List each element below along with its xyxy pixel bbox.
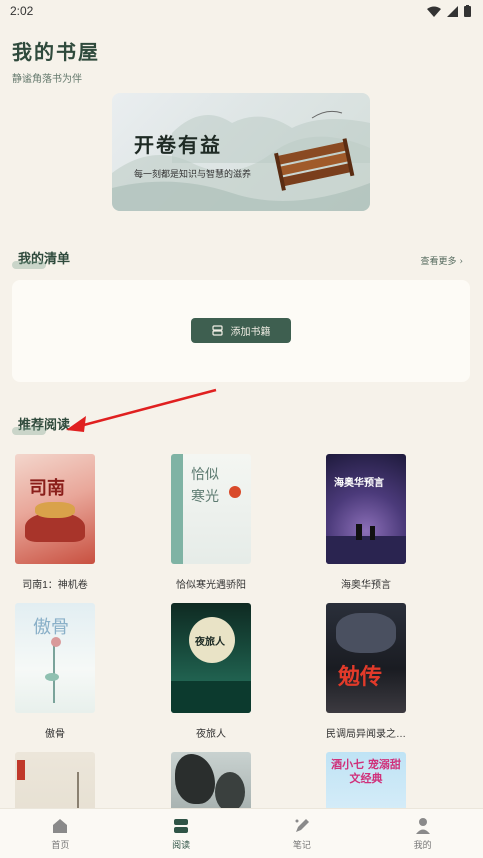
status-bar: 2:02 — [0, 0, 483, 22]
annotation-arrow-icon — [66, 388, 217, 432]
tab-label: 笔记 — [292, 839, 311, 850]
cover-text: 傲骨 — [33, 617, 69, 638]
see-more-link[interactable]: 查看更多 › — [421, 254, 463, 267]
cover-text: 勉传 — [338, 664, 383, 690]
banner[interactable]: 开卷有益 每一刻都是知识与智慧的滋养 — [112, 93, 370, 211]
book-title: 夜旅人 — [196, 729, 226, 740]
tab-label: 阅读 — [172, 839, 191, 850]
tab-mine[interactable]: 我的 — [362, 809, 483, 858]
status-time: 2:02 — [10, 4, 34, 18]
signal-icon — [447, 5, 458, 17]
book-title: 司南1：神机卷 — [22, 580, 88, 591]
book-cover: 司南 — [15, 454, 95, 564]
banner-title: 开卷有益 — [134, 133, 222, 157]
book-item[interactable]: 恰似寒光 恰似寒光遇骄阳 — [171, 454, 251, 591]
cover-text: 司南 — [29, 478, 65, 499]
tab-label: 首页 — [51, 839, 70, 850]
tab-notes[interactable]: 笔记 — [242, 809, 363, 858]
banner-subtitle: 每一刻都是知识与智慧的滋养 — [134, 169, 252, 179]
wifi-icon — [427, 6, 441, 17]
tab-label: 我的 — [413, 839, 432, 850]
battery-icon — [464, 5, 471, 17]
book-title: 傲骨 — [45, 729, 65, 740]
my-list-heading: 我的清单 — [11, 248, 70, 269]
book-item[interactable]: 夜旅人 夜旅人 — [171, 603, 251, 740]
person-icon — [415, 817, 430, 834]
cover-text: 海奥华预言 — [334, 478, 384, 489]
book-item[interactable]: 海奥华预言 海奥华预言 — [326, 454, 406, 591]
book-cover: 夜旅人 — [171, 603, 251, 713]
page-title: 我的书屋 — [12, 40, 100, 64]
book-cover: 恰似寒光 — [171, 454, 251, 564]
book-item[interactable]: 司南 司南1：神机卷 — [15, 454, 95, 591]
cover-text: 夜旅人 — [195, 637, 225, 648]
add-book-label: 添加书籍 — [230, 327, 271, 338]
book-item[interactable]: 傲骨 傲骨 — [15, 603, 95, 740]
book-cover: 海奥华预言 — [326, 454, 406, 564]
tab-reading[interactable]: 阅读 — [121, 809, 242, 858]
pen-icon — [295, 818, 309, 832]
page-subtitle: 静谧角落书为伴 — [12, 74, 82, 85]
add-book-button[interactable]: 添加书籍 — [191, 318, 291, 343]
home-icon — [53, 818, 68, 833]
book-add-icon — [211, 325, 223, 336]
book-item[interactable]: 勉传 民调局异闻录之… — [326, 603, 406, 740]
cover-text: 酒小七 宠溺甜文经典 — [331, 758, 401, 785]
book-title: 海奥华预言 — [341, 580, 391, 591]
bottom-tab-bar: 首页 阅读 笔记 我的 — [0, 808, 483, 858]
book-cover: 勉传 — [326, 603, 406, 713]
book-stack-icon — [174, 818, 189, 833]
book-title: 民调局异闻录之… — [326, 729, 406, 740]
cover-text: 恰似寒光 — [191, 467, 219, 505]
status-icons — [427, 5, 471, 17]
book-title: 恰似寒光遇骄阳 — [176, 580, 246, 591]
tab-home[interactable]: 首页 — [0, 809, 121, 858]
book-cover: 傲骨 — [15, 603, 95, 713]
